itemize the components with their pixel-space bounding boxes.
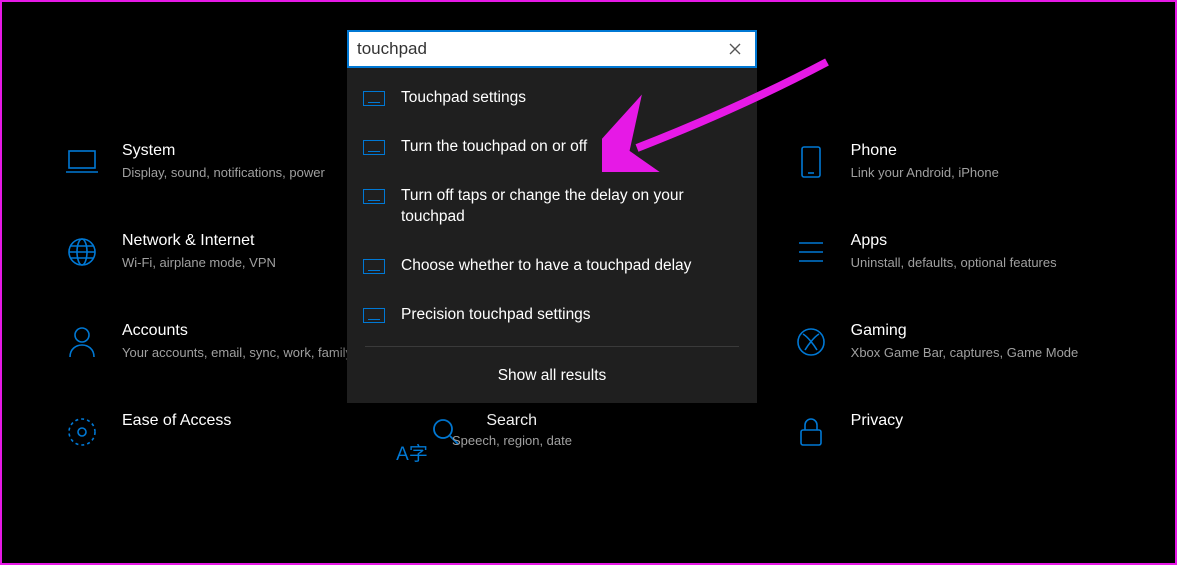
settings-subtitle: Link your Android, iPhone	[851, 164, 999, 182]
settings-subtitle: Xbox Game Bar, captures, Game Mode	[851, 344, 1079, 362]
language-icon: A字	[392, 432, 432, 472]
settings-title: Gaming	[851, 322, 1079, 340]
settings-title: Phone	[851, 142, 999, 160]
laptop-icon	[62, 142, 102, 182]
settings-item-system[interactable]: System Display, sound, notifications, po…	[62, 142, 386, 182]
settings-title: Accounts	[122, 322, 352, 340]
settings-title: Ease of Access	[122, 412, 231, 430]
settings-subtitle: Display, sound, notifications, power	[122, 164, 325, 182]
settings-item-privacy[interactable]: Privacy	[791, 412, 1115, 452]
show-all-results[interactable]: Show all results	[347, 353, 757, 403]
settings-subtitle: Uninstall, defaults, optional features	[851, 254, 1057, 272]
search-dropdown: Touchpad settings Turn the touchpad on o…	[347, 30, 757, 403]
search-input-wrap	[347, 30, 757, 68]
settings-item-network[interactable]: Network & Internet Wi-Fi, airplane mode,…	[62, 232, 386, 272]
settings-title: Network & Internet	[122, 232, 276, 250]
touchpad-icon	[363, 91, 385, 107]
settings-title: Apps	[851, 232, 1057, 250]
xbox-icon	[791, 322, 831, 362]
result-label: Precision touchpad settings	[401, 305, 591, 326]
search-result[interactable]: Touchpad settings	[347, 74, 757, 123]
lock-icon	[791, 412, 831, 452]
clear-search-button[interactable]	[723, 37, 747, 61]
settings-item-ease-of-access[interactable]: Ease of Access	[62, 412, 386, 452]
settings-subtitle: Your accounts, email, sync, work, family	[122, 344, 352, 362]
search-result[interactable]: Turn the touchpad on or off	[347, 123, 757, 172]
settings-subtitle: Speech, region, date	[452, 432, 572, 450]
touchpad-icon	[363, 189, 385, 205]
touchpad-icon	[363, 259, 385, 275]
search-result[interactable]: Choose whether to have a touchpad delay	[347, 242, 757, 291]
apps-icon	[791, 232, 831, 272]
touchpad-icon	[363, 140, 385, 156]
settings-title: Search	[486, 412, 537, 430]
result-label: Choose whether to have a touchpad delay	[401, 256, 691, 277]
globe-icon	[62, 232, 102, 272]
search-result[interactable]: Precision touchpad settings	[347, 291, 757, 340]
settings-item-phone[interactable]: Phone Link your Android, iPhone	[791, 142, 1115, 182]
person-icon	[62, 322, 102, 362]
settings-title: System	[122, 142, 325, 160]
result-label: Touchpad settings	[401, 88, 526, 109]
search-result[interactable]: Turn off taps or change the delay on you…	[347, 172, 757, 242]
touchpad-icon	[363, 308, 385, 324]
settings-item-accounts[interactable]: Accounts Your accounts, email, sync, wor…	[62, 322, 386, 362]
accessibility-icon	[62, 412, 102, 452]
search-input[interactable]	[357, 39, 717, 59]
settings-item-time-language[interactable]: A字 Speech, region, date	[392, 432, 692, 472]
settings-item-gaming[interactable]: Gaming Xbox Game Bar, captures, Game Mod…	[791, 322, 1115, 362]
settings-subtitle: Wi-Fi, airplane mode, VPN	[122, 254, 276, 272]
divider	[365, 346, 739, 347]
settings-title: Privacy	[851, 412, 903, 430]
result-label: Turn off taps or change the delay on you…	[401, 186, 739, 228]
phone-icon	[791, 142, 831, 182]
search-results: Touchpad settings Turn the touchpad on o…	[347, 68, 757, 403]
result-label: Turn the touchpad on or off	[401, 137, 587, 158]
settings-item-apps[interactable]: Apps Uninstall, defaults, optional featu…	[791, 232, 1115, 272]
